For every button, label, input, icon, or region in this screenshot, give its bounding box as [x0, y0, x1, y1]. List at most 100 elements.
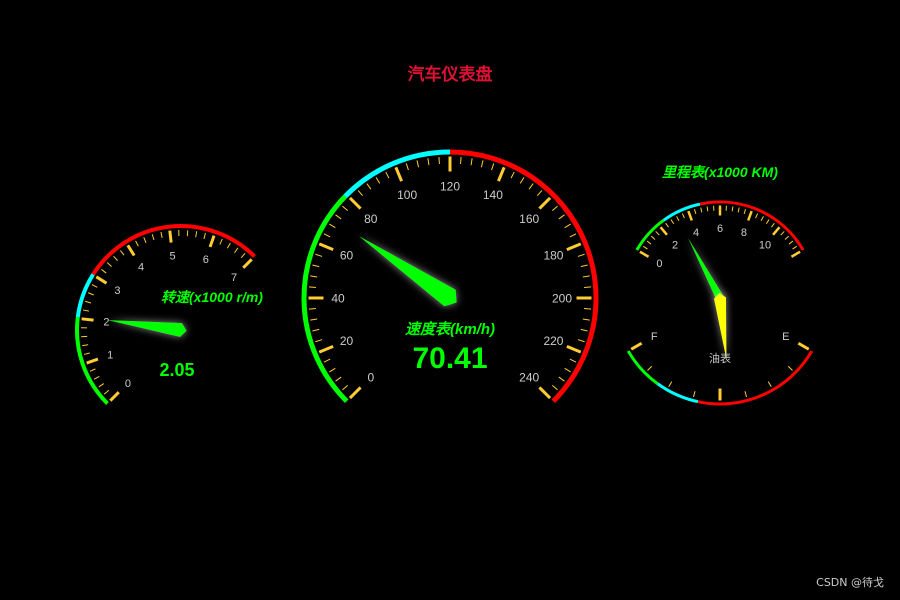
speed-tick-label: 240: [519, 371, 539, 385]
speed-minor-tick: [577, 339, 585, 343]
speed-tick-label: 40: [331, 291, 345, 305]
speed-minor-tick: [323, 233, 331, 238]
odo-minor-tick: [670, 219, 675, 225]
speed-minor-tick: [569, 233, 577, 238]
rpm-tick-label: 3: [114, 285, 120, 297]
speed-gauge-value: 70.41: [412, 342, 487, 375]
rpm-minor-tick: [103, 389, 110, 395]
fuel-minor-tick: [787, 365, 793, 371]
odo-minor-tick: [655, 231, 660, 236]
odometer-gauge-name: 里程表(x1000 KM): [662, 164, 778, 180]
fuel-minor-tick: [744, 391, 748, 398]
speed-minor-tick: [569, 358, 577, 363]
speed-gauge: 0 20 40 60 80 100 120 140 160 180 200 220 240 速度表(km/…: [301, 149, 599, 404]
odometer-needle: [688, 237, 724, 301]
speed-minor-tick: [310, 318, 318, 321]
rpm-minor-tick: [82, 309, 90, 312]
odo-axis-band-0: [635, 219, 665, 251]
fuel-minor-tick: [767, 381, 772, 388]
speed-minor-tick: [582, 275, 590, 278]
speed-minor-tick: [357, 190, 364, 197]
speed-minor-tick: [564, 223, 571, 229]
rpm-minor-tick: [240, 252, 246, 259]
speed-tick-label: 220: [543, 334, 563, 348]
speed-minor-tick: [315, 253, 323, 257]
odo-tick-label: 6: [717, 223, 723, 235]
rpm-major-tick: [86, 357, 99, 365]
speed-tick-label: 100: [397, 188, 417, 202]
speed-minor-tick: [582, 318, 590, 321]
speed-minor-tick: [385, 171, 390, 179]
rpm-tick-label: 7: [231, 272, 237, 284]
rpm-major-tick: [95, 275, 108, 285]
speed-minor-tick: [312, 328, 320, 332]
speed-minor-tick: [460, 156, 462, 164]
rpm-major-tick: [81, 317, 94, 322]
speed-major-tick: [497, 166, 506, 182]
rpm-gauge-value: 2.05: [159, 360, 194, 380]
speed-major-tick: [348, 196, 362, 210]
fuel-minor-tick: [668, 381, 673, 388]
fuel-tick-label: E: [782, 331, 789, 343]
speed-tick-label: 200: [552, 291, 572, 305]
speed-tick-label: 0: [367, 371, 374, 385]
odo-minor-tick: [788, 240, 794, 245]
speed-minor-tick: [416, 160, 420, 168]
rpm-minor-tick: [203, 232, 206, 239]
watermark: CSDN @待戈: [816, 576, 884, 589]
odo-major-tick: [772, 226, 781, 236]
speed-minor-tick: [329, 367, 336, 373]
rpm-needle: [107, 320, 187, 337]
rpm-minor-tick: [195, 231, 198, 238]
odometer-gauge: 02 4 6 8 10 里程表(x1000 KM): [635, 164, 805, 301]
fuel-minor-tick: [647, 365, 653, 371]
speed-minor-tick: [551, 384, 558, 391]
fuel-major-tick: [797, 341, 810, 351]
odo-minor-tick: [646, 240, 652, 245]
rpm-minor-tick: [82, 344, 89, 347]
odo-minor-tick: [771, 222, 775, 228]
speed-minor-tick: [480, 160, 484, 168]
rpm-minor-tick: [234, 247, 239, 254]
speed-tick-label: 160: [519, 212, 539, 226]
speed-minor-tick: [315, 339, 323, 343]
fuel-axis-band-0: [626, 350, 659, 385]
speed-minor-tick: [528, 183, 534, 190]
speed-minor-tick: [438, 156, 440, 164]
rpm-minor-tick: [101, 269, 107, 274]
speed-major-tick: [538, 196, 552, 210]
speed-tick-label: 80: [364, 212, 378, 226]
fuel-tick-label: F: [651, 331, 658, 343]
rpm-minor-tick: [120, 250, 125, 256]
speed-needle: [359, 236, 457, 307]
speed-tick-label: 60: [340, 248, 354, 262]
rpm-gauge-name: 转速(x1000 r/m): [161, 289, 263, 305]
rpm-tick-label: 4: [138, 261, 144, 273]
rpm-minor-tick: [93, 375, 100, 380]
speed-tick-label: 180: [543, 248, 563, 262]
odo-minor-tick: [784, 235, 790, 240]
speed-tick-label: 140: [483, 188, 503, 202]
fuel-needle: [714, 293, 727, 360]
speed-major-tick: [318, 242, 334, 251]
rpm-tick-label: 5: [170, 250, 176, 262]
speed-minor-tick: [564, 367, 571, 373]
odo-minor-tick: [755, 213, 759, 219]
odo-minor-tick: [681, 213, 685, 219]
odo-minor-tick: [743, 208, 746, 215]
fuel-gauge: E F 油表: [626, 293, 814, 406]
speed-minor-tick: [580, 264, 588, 268]
fuel-major-tick: [630, 341, 643, 351]
rpm-minor-tick: [143, 237, 147, 243]
rpm-minor-tick: [98, 383, 105, 388]
odo-minor-tick: [792, 245, 797, 250]
odo-minor-tick: [676, 216, 680, 221]
speed-minor-tick: [551, 205, 558, 212]
odo-minor-tick: [706, 206, 709, 212]
odo-tick-label: 10: [759, 239, 771, 251]
speed-minor-tick: [308, 286, 316, 288]
speed-major-tick: [538, 386, 552, 400]
odo-minor-tick: [780, 231, 785, 236]
speed-minor-tick: [366, 183, 372, 190]
rpm-tick-label: 1: [107, 350, 113, 362]
